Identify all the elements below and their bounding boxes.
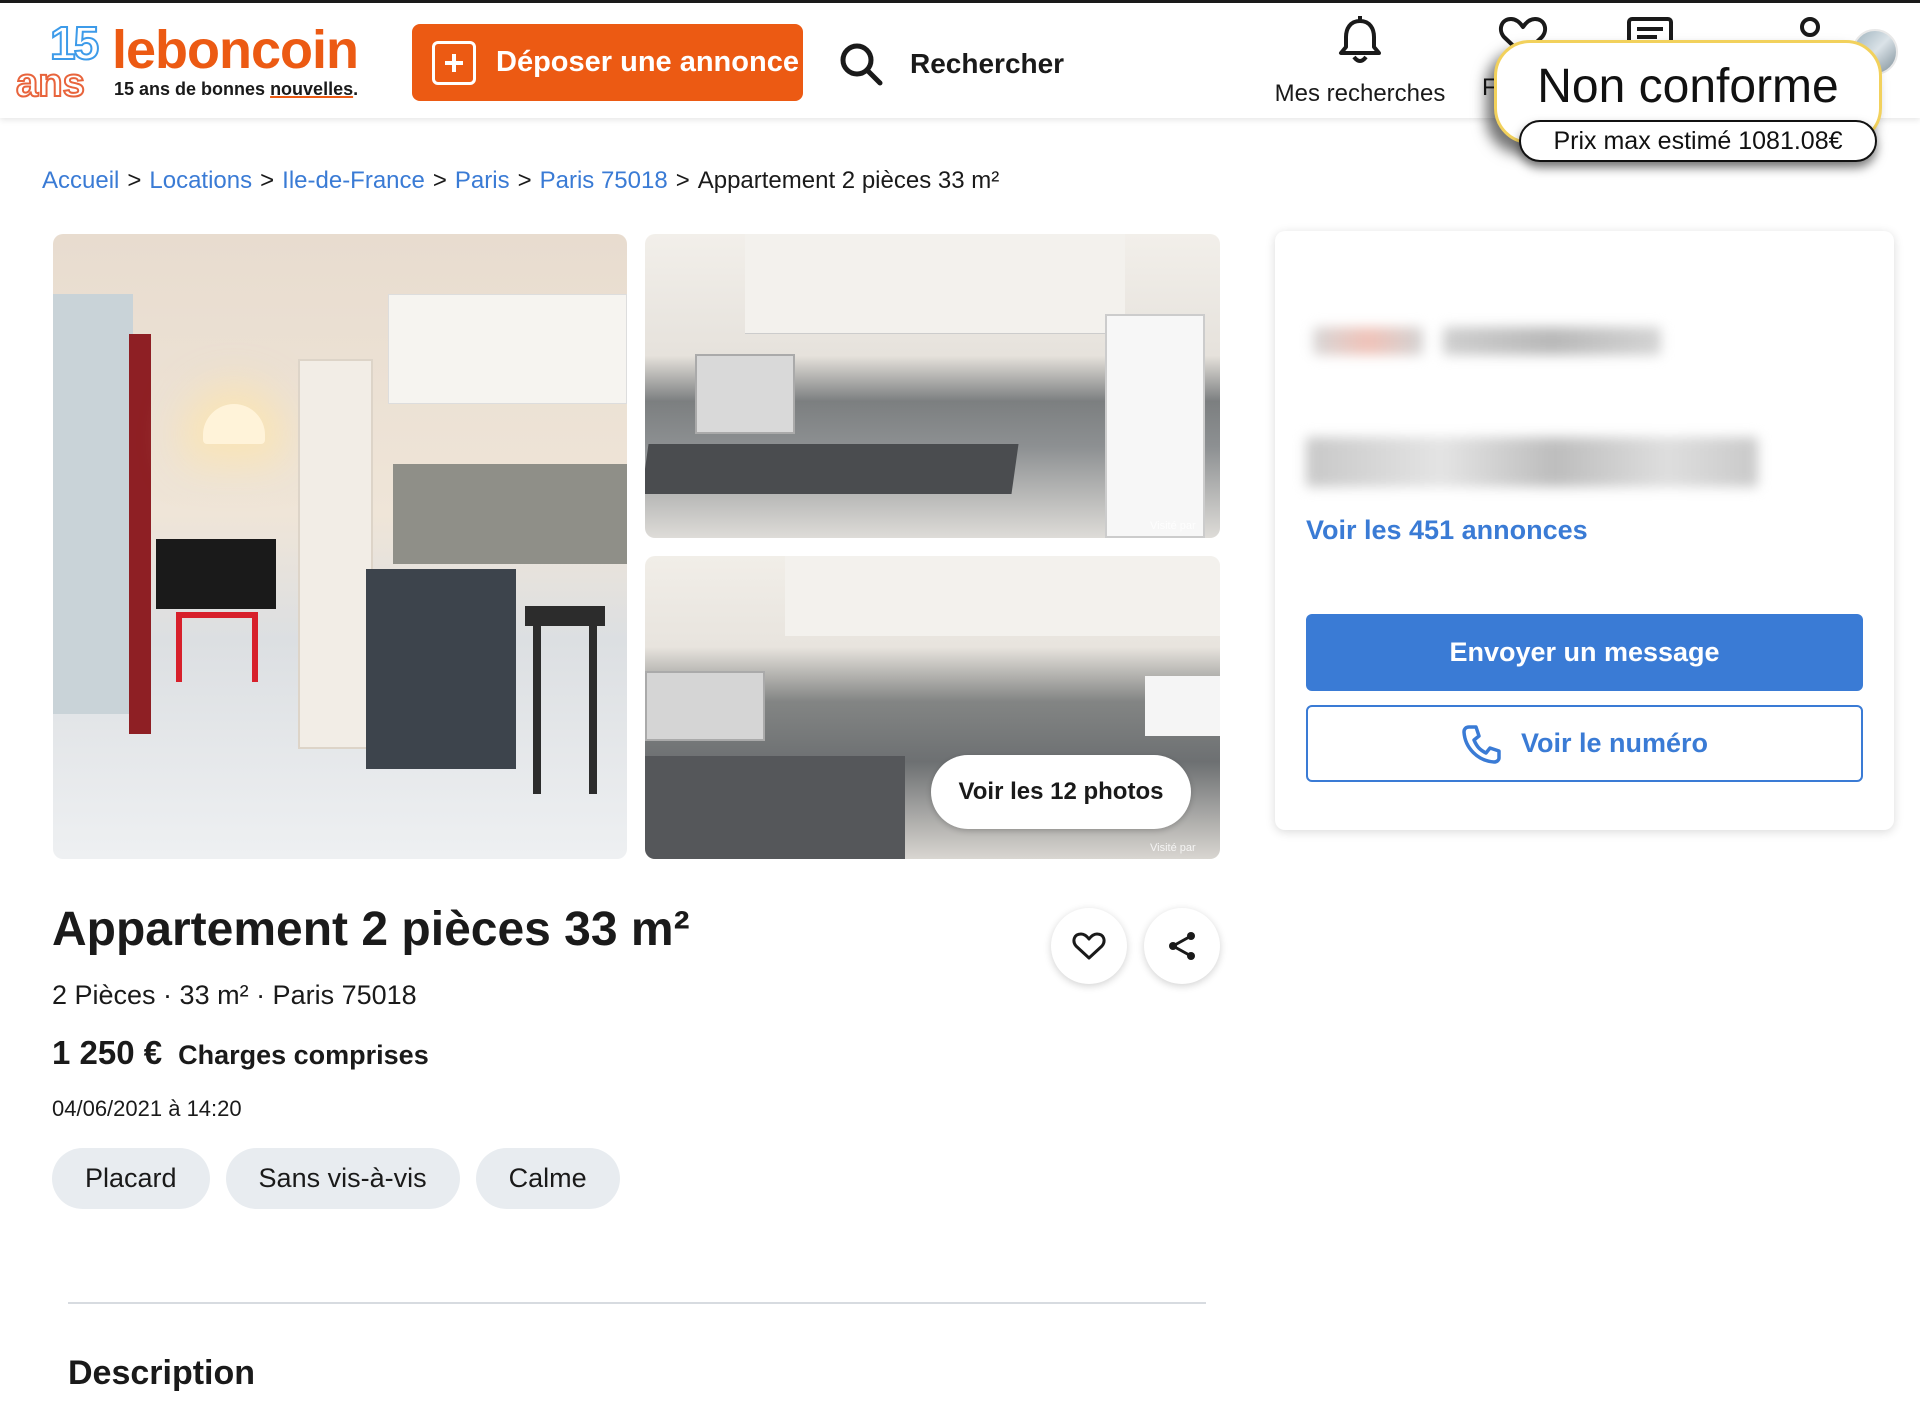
deposer-annonce-button[interactable]: Déposer une annonce [412,24,803,101]
breadcrumb-sep: > [517,167,532,194]
counter-shape [645,756,905,859]
logo-ans: ans [15,61,86,105]
favorite-button[interactable] [1051,908,1127,984]
socket-shape [1145,676,1220,736]
breadcrumb-sep: > [260,167,275,194]
backsplash-shape [393,464,627,564]
seller-card: Voir les 451 annonces Envoyer un message… [1275,231,1894,830]
stool-leg [533,624,541,794]
island-shape [366,569,516,769]
seller-name-blurred [1443,327,1661,355]
breadcrumb-accueil[interactable]: Accueil [42,167,119,194]
lamp-shape [203,404,265,444]
counter-shape [645,444,1019,494]
heart-icon [1072,932,1106,960]
bell-icon [1339,16,1381,63]
prix-max-estime-pill: Prix max estimé 1081.08€ [1519,120,1877,162]
breadcrumb-paris[interactable]: Paris [455,167,510,194]
voir-numero-label: Voir le numéro [1520,728,1709,758]
nav-mes-recherches[interactable]: Mes recherches [1270,15,1450,108]
red-stand-shape [176,612,258,682]
seller-info-blurred [1306,437,1758,487]
stool-shape [525,606,605,626]
charges-label: Charges comprises [178,1040,429,1070]
microwave-shape [695,354,795,434]
logo-15: 15 [49,17,100,69]
description-title: Description [68,1354,256,1392]
section-divider [68,1302,1206,1304]
seller-avatar-blurred [1313,327,1423,355]
tag-list: Placard Sans vis-à-vis Calme [52,1148,620,1209]
breadcrumb-ile-de-france[interactable]: Ile-de-France [282,167,425,194]
logo-tagline: 15 ans de bonnes nouvelles. [114,79,358,100]
cabinet-shape [785,556,1220,636]
deposer-label: Déposer une annonce [496,46,799,78]
cabinet-shape [388,294,627,404]
cabinet-shape [745,234,1125,334]
door-shape [298,359,373,749]
breadcrumb-sep: > [675,167,690,194]
search-label: Rechercher [910,48,1065,79]
watermark: Visité par [1150,520,1196,532]
listing-title: Appartement 2 pièces 33 m² [52,903,690,956]
share-icon [1169,932,1195,960]
phone-icon [1462,724,1501,764]
leboncoin-logo[interactable]: 15 ans leboncoin 15 ans de bonnes nouvel… [15,17,361,105]
logo-brand: leboncoin [112,20,359,80]
curtain-shape [129,334,151,734]
tagline-start: 15 ans de bonnes [114,79,271,99]
breadcrumb-sep: > [432,167,447,194]
breadcrumb-sep: > [127,167,142,194]
search-button[interactable]: Rechercher [838,33,1064,95]
breadcrumb: Accueil > Locations > Ile-de-France > Paris > Pa… [42,167,999,195]
microwave-shape [645,671,765,741]
tv-shape [156,539,276,609]
tagline-end: . [353,79,359,99]
envoyer-message-button[interactable]: Envoyer un message [1306,614,1863,691]
fridge-shape [1105,314,1205,538]
stool-leg [589,624,597,794]
voir-photos-button[interactable]: Voir les 12 photos [931,755,1191,829]
tag-placard: Placard [52,1148,210,1209]
non-conforme-title: Non conforme [1537,60,1839,113]
photo-main[interactable] [53,234,627,859]
price-row: 1 250 € Charges comprises [52,1034,429,1072]
listing-date: 04/06/2021 à 14:20 [52,1096,242,1121]
share-button[interactable] [1144,908,1220,984]
mes-recherches-label: Mes recherches [1274,80,1446,107]
breadcrumb-current: Appartement 2 pièces 33 m² [697,167,1000,194]
tagline-highlight: nouvelles [270,79,354,99]
search-icon [840,43,883,86]
breadcrumb-paris-75018[interactable]: Paris 75018 [540,167,668,194]
photo-kitchen-1[interactable]: Visité par [645,234,1220,538]
window-shape [53,294,133,714]
tag-calme: Calme [475,1148,620,1209]
plus-icon [432,40,476,85]
tag-sans-vis-a-vis: Sans vis-à-vis [225,1148,460,1209]
voir-numero-button[interactable]: Voir le numéro [1306,705,1863,782]
breadcrumb-locations[interactable]: Locations [149,167,252,194]
listing-subline: 2 Pièces · 33 m² · Paris 75018 [52,980,417,1010]
voir-annonces-link[interactable]: Voir les 451 annonces [1306,515,1588,546]
watermark: Visité par [1150,842,1196,854]
listing-price: 1 250 € [52,1034,163,1071]
